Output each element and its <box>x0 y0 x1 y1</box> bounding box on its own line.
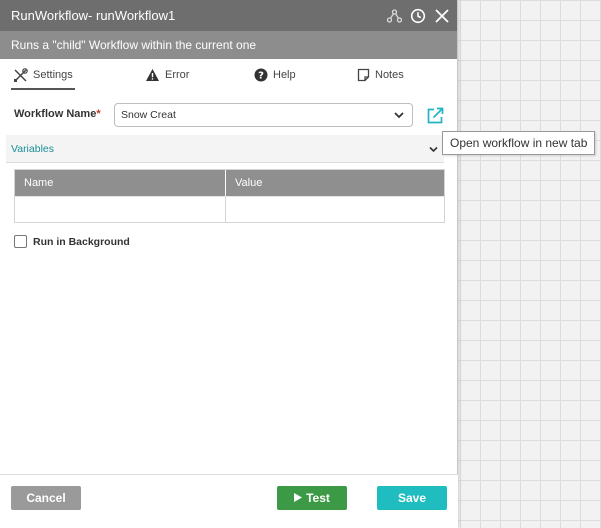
svg-text:?: ? <box>258 71 264 82</box>
external-link-icon[interactable] <box>425 106 445 126</box>
column-header-value: Value <box>225 170 444 196</box>
window-title: RunWorkflow- runWorkflow1 <box>11 8 176 23</box>
workflow-name-value: Snow Creat <box>121 109 176 121</box>
cancel-button-label: Cancel <box>26 491 66 505</box>
table-row <box>15 196 444 223</box>
chevron-down-icon <box>393 109 405 124</box>
tab-settings[interactable]: Settings <box>11 59 75 91</box>
variables-table: Name Value <box>14 169 445 223</box>
tab-notes[interactable]: Notes <box>357 59 404 91</box>
workflow-name-label: Workflow Name* <box>14 108 101 120</box>
footer: Cancel Test Save <box>0 474 458 528</box>
tab-bar: Settings Error ? Help Notes <box>0 59 457 91</box>
play-icon <box>294 491 303 505</box>
required-marker: * <box>96 108 101 120</box>
test-button-label: Test <box>306 491 330 505</box>
tab-error[interactable]: Error <box>145 59 189 91</box>
tab-error-label: Error <box>165 69 190 81</box>
column-header-name: Name <box>24 177 54 189</box>
name-cell[interactable] <box>15 197 225 223</box>
run-in-background-label: Run in Background <box>33 235 130 248</box>
table-header: Name Value <box>15 170 444 196</box>
workflow-name-label-text: Workflow Name <box>14 108 97 120</box>
help-icon: ? <box>254 68 268 82</box>
variables-section-header[interactable]: Variables <box>6 135 444 163</box>
hierarchy-icon[interactable] <box>385 7 403 25</box>
run-in-background-checkbox[interactable] <box>14 235 27 248</box>
history-clock-icon[interactable] <box>409 7 427 25</box>
cancel-button[interactable]: Cancel <box>11 486 81 510</box>
tab-settings-label: Settings <box>33 69 73 81</box>
close-icon[interactable] <box>433 7 451 25</box>
node-description: Runs a "child" Workflow within the curre… <box>0 31 457 59</box>
open-workflow-tooltip: Open workflow in new tab <box>442 131 595 155</box>
tab-help[interactable]: ? Help <box>254 59 296 91</box>
value-cell[interactable] <box>225 197 444 223</box>
tab-help-label: Help <box>273 69 296 81</box>
run-in-background-row: Run in Background <box>14 235 130 248</box>
title-bar: RunWorkflow- runWorkflow1 <box>0 0 457 31</box>
chevron-down-icon <box>428 144 439 158</box>
run-workflow-panel: RunWorkflow- runWorkflow1 Runs a "child"… <box>0 0 458 528</box>
tools-icon <box>13 67 28 83</box>
warning-icon <box>145 68 160 82</box>
workflow-name-select[interactable]: Snow Creat <box>114 103 413 127</box>
note-icon <box>357 68 370 82</box>
variables-header-label: Variables <box>11 142 54 155</box>
title-bar-icons <box>385 0 451 31</box>
test-button[interactable]: Test <box>277 486 347 510</box>
save-button[interactable]: Save <box>377 486 447 510</box>
save-button-label: Save <box>397 491 427 505</box>
tab-notes-label: Notes <box>375 69 404 81</box>
workflow-name-row: Workflow Name* Snow Creat <box>0 101 458 129</box>
